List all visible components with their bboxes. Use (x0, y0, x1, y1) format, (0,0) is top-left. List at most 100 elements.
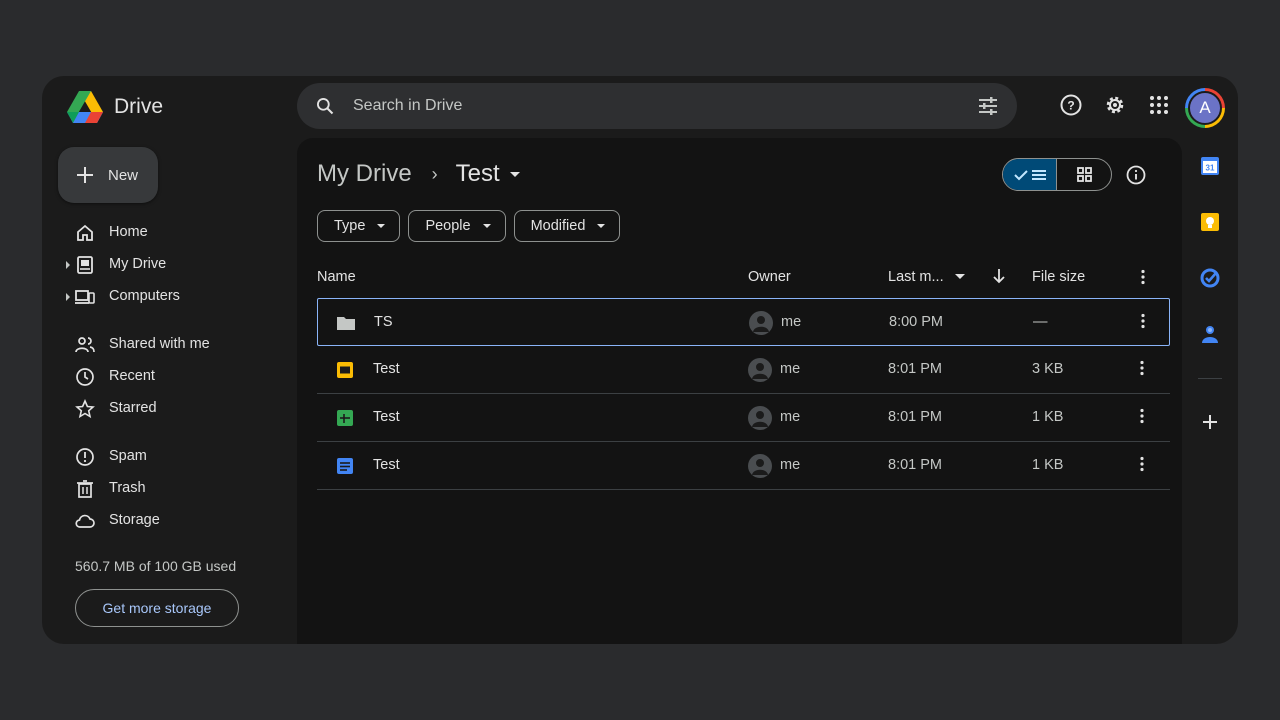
sidebar-item-label: Trash (109, 480, 146, 496)
sidebar-item-label: Spam (109, 448, 147, 464)
sidebar-item-label: Computers (109, 288, 180, 304)
view-toggle (1002, 158, 1112, 191)
contacts-icon[interactable] (1200, 324, 1220, 344)
sidebar-item-recent[interactable]: Recent (42, 361, 282, 393)
owner-avatar-icon (748, 406, 772, 430)
svg-text:?: ? (1067, 99, 1074, 113)
drive-logo[interactable]: Drive (66, 90, 163, 124)
star-icon (75, 399, 95, 419)
file-modified: 8:01 PM (888, 409, 942, 425)
filter-modified[interactable]: Modified (513, 210, 621, 242)
grid-view-button[interactable] (1057, 159, 1111, 190)
file-owner: me (781, 314, 802, 330)
breadcrumb: My Drive › Test (317, 160, 520, 188)
app-title: Drive (114, 95, 164, 118)
file-name: Test (373, 361, 400, 377)
breadcrumb-current[interactable]: Test (456, 160, 500, 188)
account-avatar[interactable]: A (1185, 88, 1225, 128)
sort-arrow-down-icon[interactable] (992, 268, 1006, 284)
rail-divider (1198, 378, 1222, 379)
chevron-down-icon (597, 224, 606, 228)
expand-caret-icon[interactable] (66, 261, 70, 269)
get-more-storage-button[interactable]: Get more storage (75, 589, 239, 627)
list-icon (1031, 169, 1046, 180)
column-modified[interactable]: Last m... (888, 269, 944, 285)
apps-grid-icon[interactable] (1147, 93, 1171, 117)
more-vert-icon[interactable] (1139, 360, 1145, 376)
tasks-icon[interactable] (1200, 268, 1220, 288)
expand-caret-icon[interactable] (66, 293, 70, 301)
search-options-icon[interactable] (977, 96, 999, 116)
more-vert-icon[interactable] (1140, 269, 1146, 285)
sidebar-item-my-drive[interactable]: My Drive (42, 249, 282, 281)
sidebar-item-label: Recent (109, 368, 155, 384)
filter-label: Modified (530, 218, 586, 234)
info-icon[interactable] (1126, 165, 1146, 185)
list-view-button[interactable] (1003, 159, 1058, 190)
slides-icon (337, 362, 353, 378)
avatar-initial: A (1188, 91, 1222, 125)
drive-logo-icon (67, 91, 103, 123)
sidebar-item-shared[interactable]: Shared with me (42, 329, 282, 361)
chevron-down-icon (377, 224, 386, 228)
main-panel: My Drive › Test Type People Modified Nam… (297, 138, 1182, 644)
check-icon (1013, 169, 1028, 180)
docs-icon (337, 458, 353, 474)
table-row[interactable]: Test me 8:01 PM 1 KB (317, 442, 1170, 490)
owner-avatar-icon (749, 311, 773, 335)
help-icon[interactable]: ? (1059, 93, 1083, 117)
add-addon-plus-icon[interactable] (1200, 412, 1220, 432)
owner-avatar-icon (748, 358, 772, 382)
sidebar-item-label: Storage (109, 512, 160, 528)
filter-label: People (425, 218, 471, 234)
owner-avatar-icon (748, 454, 772, 478)
home-icon (77, 224, 93, 241)
filter-people[interactable]: People (408, 210, 506, 242)
more-vert-icon[interactable] (1140, 313, 1146, 329)
column-size[interactable]: File size (1032, 269, 1085, 285)
plus-icon (77, 167, 93, 183)
column-name[interactable]: Name (317, 269, 356, 285)
sidebar-item-starred[interactable]: Starred (42, 393, 282, 425)
sidebar-item-trash[interactable]: Trash (42, 473, 282, 505)
calendar-icon[interactable]: 31 (1200, 156, 1220, 176)
sidebar-item-home[interactable]: Home (42, 217, 282, 249)
file-modified: 8:01 PM (888, 361, 942, 377)
shared-icon (75, 337, 95, 353)
chevron-right-icon: › (431, 163, 438, 184)
keep-icon[interactable] (1200, 212, 1220, 232)
column-owner[interactable]: Owner (748, 269, 791, 285)
table-header: Name Owner Last m... File size (317, 260, 1170, 294)
file-modified: 8:00 PM (889, 314, 943, 330)
breadcrumb-parent[interactable]: My Drive (317, 160, 412, 188)
table-row[interactable]: Test me 8:01 PM 1 KB (317, 394, 1170, 442)
storage-usage-text: 560.7 MB of 100 GB used (75, 558, 237, 574)
filter-chips: Type People Modified (317, 210, 621, 242)
grid-icon (1076, 167, 1092, 182)
more-vert-icon[interactable] (1139, 408, 1145, 424)
chevron-down-icon (482, 224, 491, 228)
chevron-down-icon[interactable] (509, 171, 520, 177)
file-size: 3 KB (1032, 361, 1064, 377)
file-size: 1 KB (1032, 457, 1064, 473)
folder-icon (337, 317, 355, 330)
new-button[interactable]: New (58, 147, 158, 203)
sidebar-item-spam[interactable]: Spam (42, 441, 282, 473)
table-row[interactable]: TS me 8:00 PM — (317, 298, 1170, 346)
search-bar[interactable]: Search in Drive (297, 83, 1017, 129)
settings-gear-icon[interactable] (1103, 93, 1127, 117)
sheets-icon (337, 410, 353, 426)
file-owner: me (780, 409, 801, 425)
file-owner: me (780, 361, 801, 377)
search-input[interactable]: Search in Drive (353, 97, 462, 115)
chevron-down-icon[interactable] (955, 274, 965, 279)
filter-type[interactable]: Type (317, 210, 401, 242)
more-vert-icon[interactable] (1139, 456, 1145, 472)
search-icon[interactable] (315, 96, 335, 116)
sidebar-item-storage[interactable]: Storage (42, 505, 282, 537)
clock-icon (76, 368, 94, 386)
file-name: Test (373, 457, 400, 473)
sidebar-item-computers[interactable]: Computers (42, 281, 282, 313)
table-row[interactable]: Test me 8:01 PM 3 KB (317, 346, 1170, 394)
drive-window: Drive Search in Drive ? A New Home My Dr… (42, 76, 1238, 644)
